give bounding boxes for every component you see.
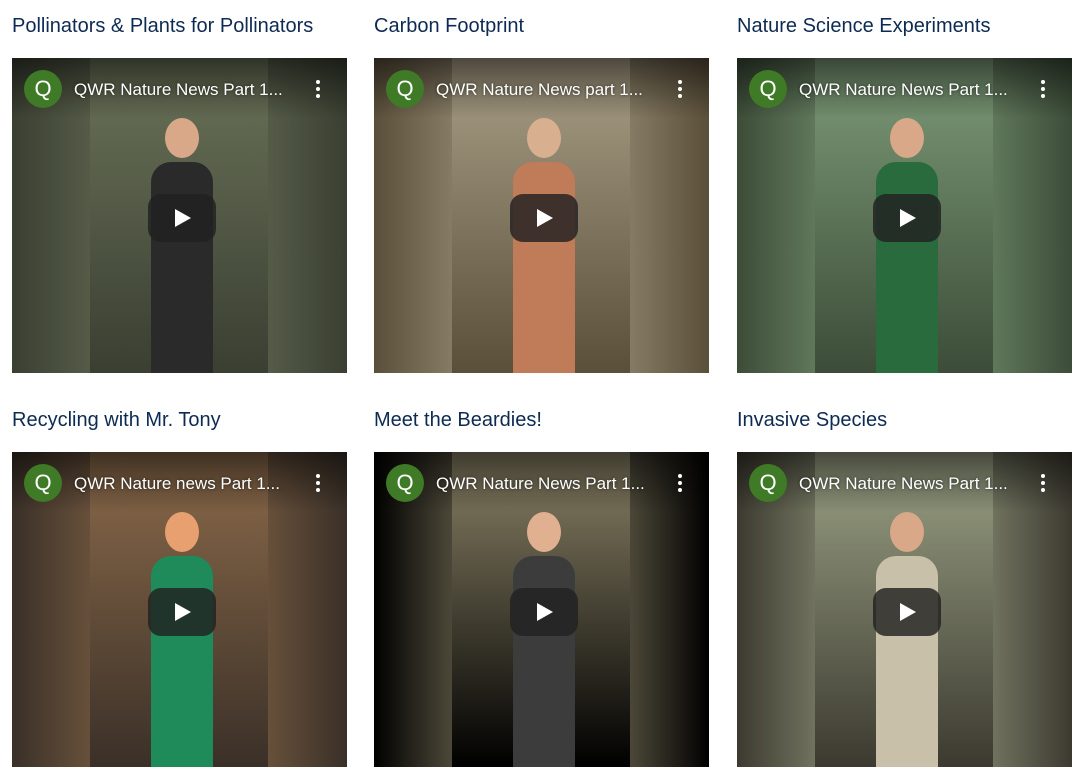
presenter-figure — [872, 118, 942, 373]
video-player[interactable]: Q QWR Nature News Part 1... — [374, 452, 709, 767]
section-title: Recycling with Mr. Tony — [12, 409, 221, 431]
video-title-link[interactable]: QWR Nature news Part 1... — [74, 474, 280, 494]
play-button[interactable] — [510, 588, 578, 636]
play-button[interactable] — [873, 588, 941, 636]
play-icon — [537, 603, 553, 621]
more-options-icon[interactable] — [673, 472, 687, 496]
video-player[interactable]: Q QWR Nature News Part 1... — [737, 452, 1072, 767]
play-icon — [900, 209, 916, 227]
channel-avatar[interactable]: Q — [386, 464, 424, 502]
section-title: Invasive Species — [737, 409, 888, 431]
channel-avatar[interactable]: Q — [24, 464, 62, 502]
presenter-figure — [509, 118, 579, 373]
play-icon — [175, 209, 191, 227]
presenter-figure — [147, 512, 217, 767]
section-title: Meet the Beardies! — [374, 409, 542, 431]
channel-avatar[interactable]: Q — [749, 464, 787, 502]
more-options-icon[interactable] — [311, 472, 325, 496]
video-title-link[interactable]: QWR Nature News Part 1... — [799, 474, 1008, 494]
play-button[interactable] — [510, 194, 578, 242]
video-player[interactable]: Q QWR Nature News part 1... — [374, 58, 709, 373]
video-title-link[interactable]: QWR Nature News part 1... — [436, 80, 643, 100]
channel-avatar[interactable]: Q — [386, 70, 424, 108]
channel-avatar[interactable]: Q — [749, 70, 787, 108]
play-button[interactable] — [148, 194, 216, 242]
presenter-figure — [509, 512, 579, 767]
section-title: Carbon Footprint — [374, 15, 525, 37]
play-button[interactable] — [148, 588, 216, 636]
channel-avatar[interactable]: Q — [24, 70, 62, 108]
more-options-icon[interactable] — [311, 78, 325, 102]
more-options-icon[interactable] — [1036, 472, 1050, 496]
presenter-figure — [147, 118, 217, 373]
video-title-link[interactable]: QWR Nature News Part 1... — [799, 80, 1008, 100]
presenter-figure — [872, 512, 942, 767]
play-button[interactable] — [873, 194, 941, 242]
video-player[interactable]: Q QWR Nature News Part 1... — [737, 58, 1072, 373]
play-icon — [175, 603, 191, 621]
section-title: Pollinators & Plants for Pollinators — [12, 15, 314, 37]
section-title: Nature Science Experiments — [737, 15, 991, 37]
video-player[interactable]: Q QWR Nature news Part 1... — [12, 452, 347, 767]
play-icon — [537, 209, 553, 227]
video-title-link[interactable]: QWR Nature News Part 1... — [436, 474, 645, 494]
more-options-icon[interactable] — [673, 78, 687, 102]
play-icon — [900, 603, 916, 621]
more-options-icon[interactable] — [1036, 78, 1050, 102]
video-title-link[interactable]: QWR Nature News Part 1... — [74, 80, 283, 100]
video-player[interactable]: Q QWR Nature News Part 1... — [12, 58, 347, 373]
